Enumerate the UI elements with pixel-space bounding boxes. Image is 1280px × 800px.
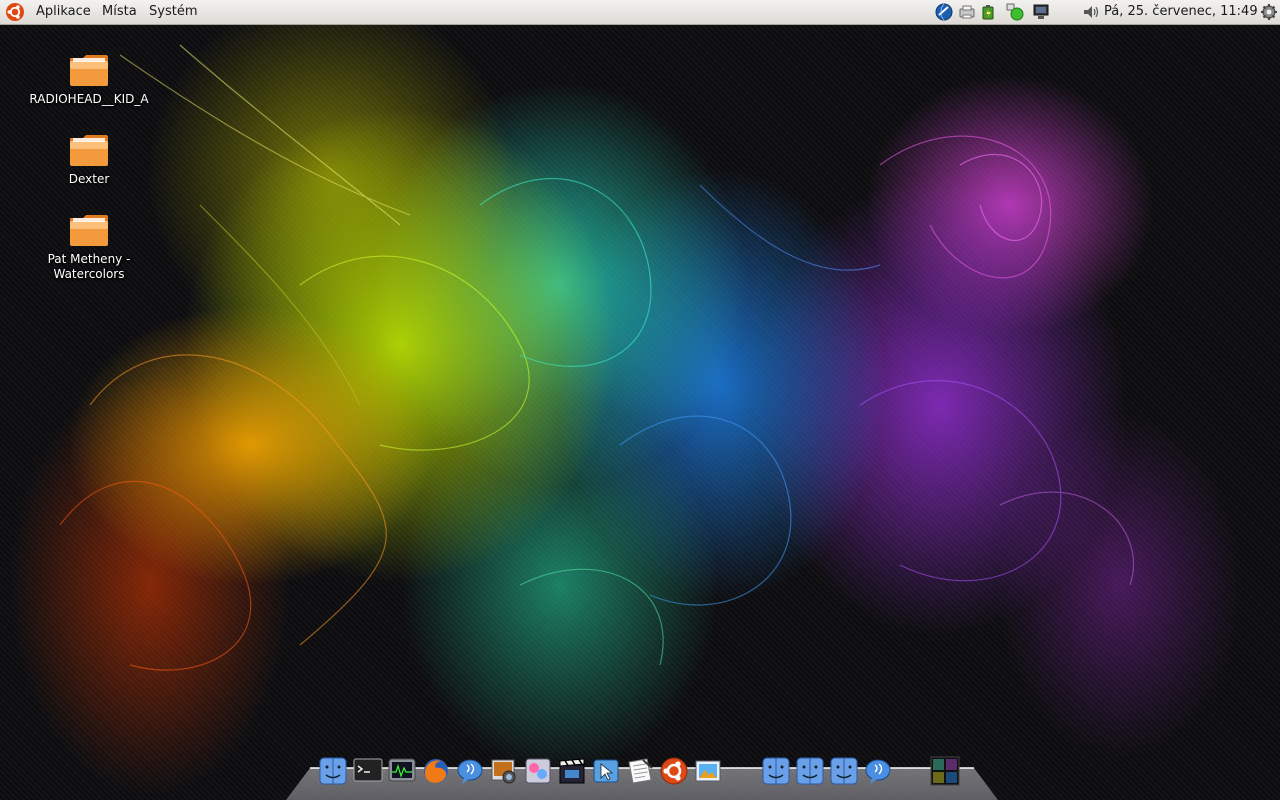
status-green-icon[interactable]	[1006, 3, 1024, 21]
dock-item-photo[interactable]	[489, 756, 519, 788]
dock-item-pointer-app[interactable]	[591, 756, 621, 788]
photo-icon	[491, 759, 516, 784]
dock-item-text-editor[interactable]	[625, 756, 655, 788]
dock-item-system-monitor[interactable]	[387, 756, 417, 788]
dock-item-media-player[interactable]	[523, 756, 553, 788]
dock-item-finder[interactable]	[318, 756, 348, 788]
desktop-folder-label: Pat Metheny - Watercolors	[47, 252, 131, 281]
desktop-folder-pat-metheny[interactable]: Pat Metheny - Watercolors	[24, 212, 154, 282]
desktop-wallpaper	[0, 25, 1280, 800]
messenger-icon	[457, 759, 483, 784]
battery-icon[interactable]	[980, 3, 998, 21]
finder-icon	[762, 757, 790, 785]
finder-icon	[796, 757, 824, 785]
top-panel: Aplikace Místa Systém Pá, 25. červenec, …	[0, 0, 1280, 25]
media-player-icon	[525, 758, 551, 784]
ubuntu-logo-icon[interactable]	[5, 2, 25, 22]
firefox-icon	[424, 759, 448, 783]
messenger-icon	[865, 759, 891, 784]
wallpaper-smoke-swirls	[59, 44, 1135, 671]
dock-item-video[interactable]	[557, 756, 587, 788]
menu-places[interactable]: Místa	[102, 0, 137, 24]
menu-system[interactable]: Systém	[149, 0, 197, 24]
folder-icon	[70, 135, 108, 166]
network-globe-icon[interactable]	[935, 3, 953, 21]
dock-item-finder-3[interactable]	[795, 756, 825, 788]
dock-item-image-viewer[interactable]	[693, 756, 723, 788]
menu-applications[interactable]: Aplikace	[36, 0, 91, 24]
folder-icon	[70, 55, 108, 86]
pointer-app-icon	[593, 759, 619, 783]
settings-icon[interactable]	[1260, 3, 1278, 21]
system-monitor-icon	[388, 758, 416, 782]
volume-icon[interactable]	[1082, 3, 1100, 21]
dock-item-firefox[interactable]	[421, 756, 451, 788]
image-viewer-icon	[695, 760, 721, 782]
folder-icon	[70, 215, 108, 246]
ubuntu-icon	[660, 757, 688, 785]
dock-item-ubuntu[interactable]	[659, 756, 689, 788]
printer-icon[interactable]	[958, 3, 976, 21]
terminal-icon	[353, 758, 383, 782]
dock-item-messenger-2[interactable]	[863, 756, 893, 788]
dock-item-workspace-switcher[interactable]	[930, 756, 960, 788]
text-editor-icon	[628, 758, 653, 784]
workspace-switcher-icon	[930, 756, 960, 786]
monitor-icon[interactable]	[1032, 3, 1050, 21]
desktop-folder-radiohead[interactable]: RADIOHEAD__KID_A	[24, 52, 154, 107]
finder-icon	[319, 757, 347, 785]
video-icon	[559, 758, 585, 784]
dock-item-messenger[interactable]	[455, 756, 485, 788]
desktop-folder-label: RADIOHEAD__KID_A	[29, 92, 149, 106]
dock-item-terminal[interactable]	[353, 756, 383, 788]
panel-clock[interactable]: Pá, 25. červenec, 11:49	[1104, 0, 1258, 24]
desktop-folder-dexter[interactable]: Dexter	[24, 132, 154, 187]
desktop-folder-label: Dexter	[68, 172, 110, 186]
finder-icon	[830, 757, 858, 785]
dock-item-finder-4[interactable]	[829, 756, 859, 788]
dock-item-finder-2[interactable]	[761, 756, 791, 788]
